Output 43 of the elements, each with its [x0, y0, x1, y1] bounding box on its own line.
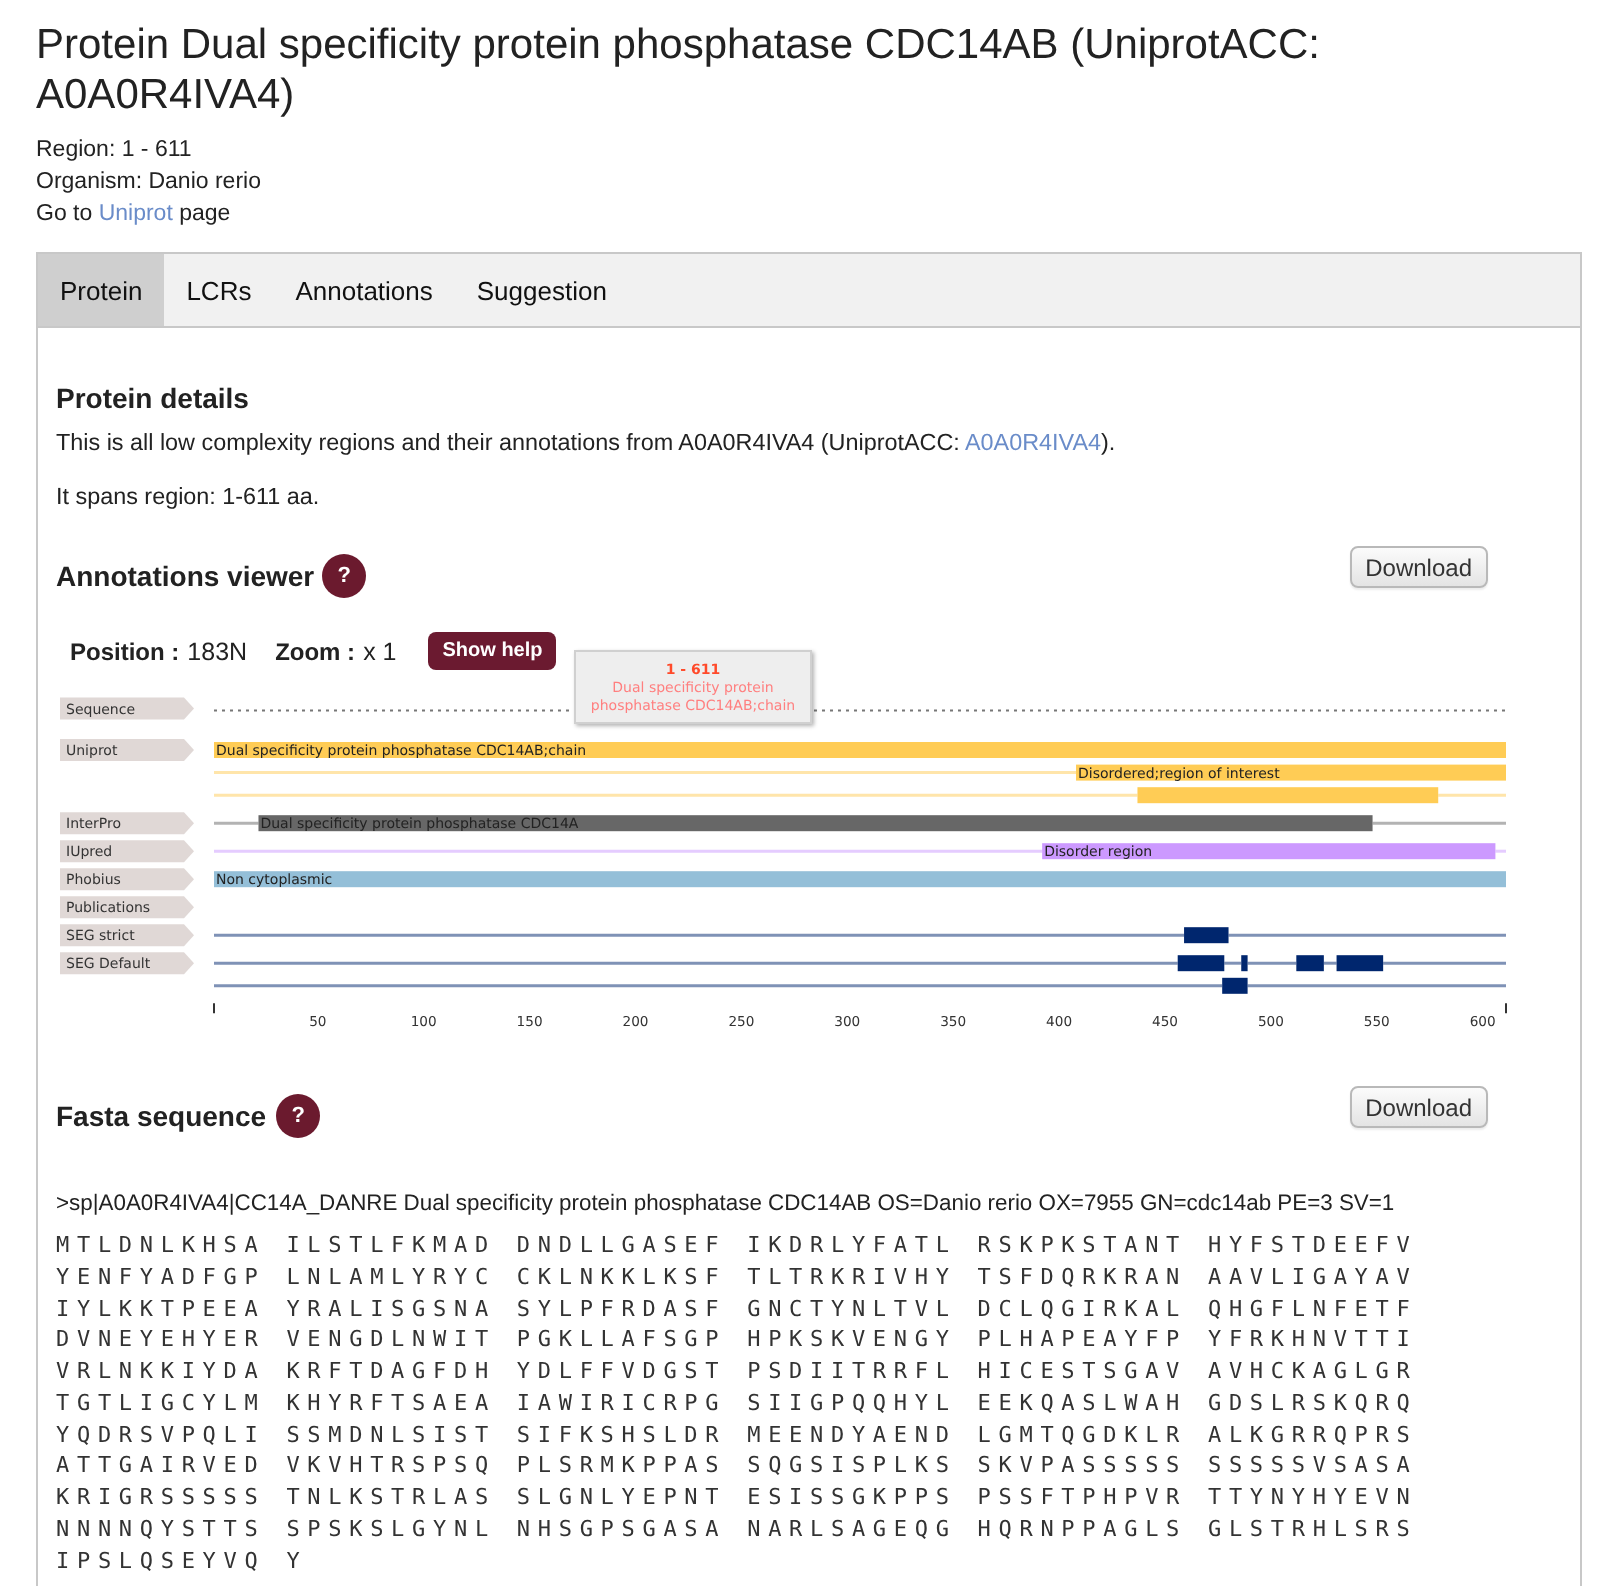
sequence-line: IPSLQSEYVQ Y	[56, 1545, 308, 1577]
track-line	[1323, 961, 1337, 965]
show-help-button[interactable]: Show help	[428, 632, 557, 670]
track-line	[214, 821, 259, 825]
uniprot-line: Go to Uniprot page	[36, 200, 231, 230]
page-title: Protein Dual specificity protein phosphatase CDC14AB (UniprotACC: A0A0R4IVA4)	[36, 20, 1322, 120]
sequence-line: KRIGRSSSSS TNLKSTRLAS SLGNLYEPNT ESISSGKPPS PSSFTPHPVR TTYNYHYEVN	[56, 1482, 1418, 1514]
track-line	[1383, 961, 1506, 965]
fasta-header: >sp|A0A0R4IVA4|CC14A_DANRE Dual specificity protein phosphatase CDC14AB OS=Danio rerio OX=7955 GN=cdc14ab PE=3 SV=1	[56, 1190, 1395, 1220]
help-button[interactable]: ?	[322, 554, 367, 598]
axis-tick	[213, 1002, 215, 1015]
sequence-line: IYLKKTPEEA YRALISGSNA SYLPFRDASF GNCTYNLTVL DCLQGIRKAL QHGFLNFETF	[56, 1293, 1418, 1325]
section-heading: Protein details	[56, 380, 249, 418]
sequence-line: MTLDNLKHSA ILSTLFKMAD DNDLLGASEF IKDRLYFATL RSKPKSTANT HYFSTDEEFV	[56, 1230, 1418, 1262]
protein-description: This is all low complexity regions and their annotations from A0A0R4IVA4 (UniprotACC: A0A0R4IVA4).	[56, 428, 1116, 460]
track-line	[1495, 849, 1506, 853]
sequence-line: NNNNQYSTTS SPSKSLGYNL NHSGPSGASA NARLSAGEQG HQRNPPAGLS GLSTRHLSRS	[56, 1513, 1418, 1545]
position-label: Position :	[70, 637, 180, 665]
sequence-line: VRLNKKIYDA KRFTDAGFDH YDLFFVDGST PSDIITRRFL HICESTSGAV AVHCKAGLGR	[56, 1356, 1418, 1388]
zoom-label: Zoom :	[275, 637, 356, 665]
span-text: It spans region: 1-611 aa.	[56, 482, 320, 514]
sequence-line: ATTGAIRVED VKVHTRSPSQ PLSRMKPPAS SQGSISPLKS SKVPASSSSS SSSSSVSASA	[56, 1450, 1418, 1482]
sequence-line: YENFYADFGP LNLAMLYRYC CKLNKKLKSF TLTRKRIVHY TSFDQRKRAN AAVLIGAYAV	[56, 1261, 1418, 1293]
axis-tick	[1505, 1002, 1507, 1015]
download-button[interactable]: Download	[1349, 546, 1488, 588]
track-line	[1372, 821, 1506, 825]
sequence-line: TGTLIGCYLM KHYRFTSAEA IAWIRICRPG SIIGPQQHYL EEKQASLWAH GDSLRSKQRQ	[56, 1387, 1418, 1419]
sequence-line: YQDRSVPQLI SSMDNLSIST SIFKSHSLDR MEENDYAEND LGMTQGDKLR ALKGRRQPRS	[56, 1419, 1418, 1451]
track-line	[1438, 793, 1506, 797]
organism-text: Organism: Danio rerio	[36, 168, 261, 198]
help-button[interactable]: ?	[276, 1094, 321, 1138]
position-value: 183N	[187, 637, 248, 665]
tab[interactable]: Protein	[38, 254, 165, 326]
section-heading: Fasta sequence	[56, 1098, 267, 1136]
tab[interactable]: Suggestion	[454, 254, 629, 326]
sequence-line: DVNEYEHYER VENGDLNWIT PGKLLAFSGP HPKSKVENGY PLHAPEAYFP YFRKHNVTTI	[56, 1324, 1418, 1356]
tab[interactable]: LCRs	[164, 254, 274, 326]
tab[interactable]: Annotations	[273, 254, 455, 326]
zoom-value: x 1	[363, 637, 397, 665]
download-button[interactable]: Download	[1349, 1086, 1488, 1128]
region-text: Region: 1 - 611	[36, 136, 192, 166]
section-heading: Annotations viewer	[56, 558, 315, 596]
track-line	[1224, 961, 1242, 965]
